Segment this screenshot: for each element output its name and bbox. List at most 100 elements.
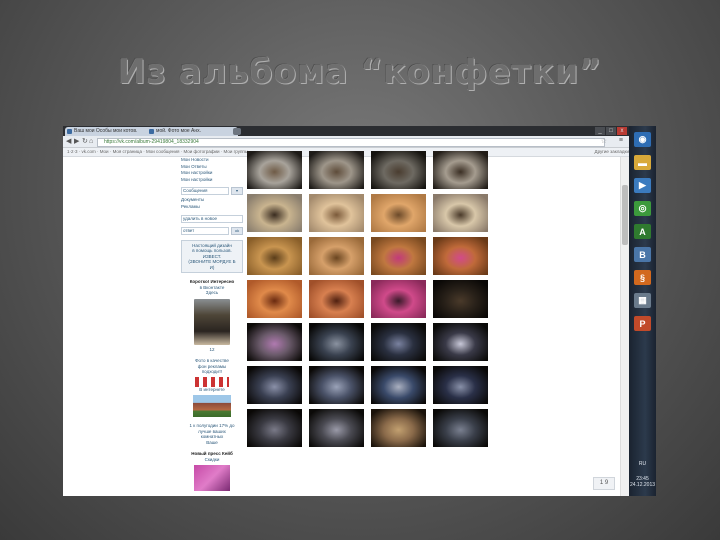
album-photo-thumbnail[interactable] <box>371 280 426 318</box>
new-tab-button[interactable] <box>233 128 241 135</box>
album-photo-thumbnail[interactable] <box>247 151 302 189</box>
windows-taskbar: RU 23:45 24.12.2013 ◉ ▬ ▶ ◎ A B § ▦ P <box>629 126 656 496</box>
powerpoint-icon[interactable]: P <box>634 316 651 331</box>
chrome-icon[interactable]: ◎ <box>634 201 651 216</box>
album-photo-thumbnail[interactable] <box>247 280 302 318</box>
other-bookmarks[interactable]: Другие закладки <box>595 148 629 156</box>
reload-button[interactable]: ↻ <box>82 138 88 145</box>
home-button[interactable]: ⌂ <box>89 138 93 145</box>
window-controls: _ □ x <box>595 127 627 135</box>
album-photo-thumbnail[interactable] <box>309 280 364 318</box>
album-photo-thumbnail[interactable] <box>433 194 488 232</box>
album-photo-thumbnail[interactable] <box>433 280 488 318</box>
maximize-button[interactable]: □ <box>606 127 616 135</box>
scrollbar-thumb[interactable] <box>622 185 628 245</box>
vk-favicon-icon <box>67 129 72 134</box>
album-photo-thumbnail[interactable] <box>309 194 364 232</box>
sidebar-link[interactable]: Мои Новости <box>181 157 243 164</box>
album-photo-thumbnail[interactable] <box>247 194 302 232</box>
vk-icon[interactable]: B <box>634 247 651 262</box>
sidebar-select[interactable]: Сообщения ▾ <box>181 187 243 196</box>
start-orb-icon[interactable]: ◉ <box>634 132 651 147</box>
album-photo-thumbnail[interactable] <box>433 366 488 404</box>
vk-favicon-icon <box>149 129 154 134</box>
album-photo-thumbnail[interactable] <box>433 323 488 361</box>
address-bar-row: ◀ ▶ ↻ ⌂ https://vk.com/album-29419804_18… <box>63 136 629 148</box>
bookmarks-links[interactable]: 1·2·3 · vk.com · Мои · Моя страница · Мо… <box>67 149 248 154</box>
sidebar-select[interactable]: ответ ok <box>181 226 243 235</box>
album-photo-thumbnail[interactable] <box>433 409 488 447</box>
ad-block-2[interactable]: Фото в качестве фон рекламы подходит! В … <box>181 358 243 418</box>
notice-line: (ЗВОНИТЕ МОРДУЕ Б <box>188 259 236 265</box>
ad-pink-image[interactable] <box>194 465 230 492</box>
album-photo-thumbnail[interactable] <box>309 366 364 404</box>
forward-button[interactable]: ▶ <box>74 138 79 145</box>
album-photo-thumbnail[interactable] <box>433 237 488 275</box>
album-photo-thumbnail[interactable] <box>247 237 302 275</box>
folder-icon[interactable]: ▬ <box>634 155 651 170</box>
sidebar-link[interactable]: Документы <box>181 197 243 204</box>
album-photo-thumbnail[interactable] <box>247 323 302 361</box>
album-photo-thumbnail[interactable] <box>371 323 426 361</box>
album-photo-thumbnail[interactable] <box>247 366 302 404</box>
ad-block-4[interactable]: Новый пресс Кейб Скидки <box>181 451 243 492</box>
acrobat-icon[interactable]: A <box>634 224 651 239</box>
ad-logo-image <box>195 376 229 387</box>
media-player-icon[interactable]: ▶ <box>634 178 651 193</box>
album-photo-thumbnail[interactable] <box>371 151 426 189</box>
back-button[interactable]: ◀ <box>66 138 71 145</box>
pagination[interactable]: 1 9 <box>593 477 615 490</box>
slide-title: Из альбома “конфетки” <box>117 52 603 91</box>
sidebar-link[interactable]: Мои настройки <box>181 170 243 177</box>
tab-1[interactable]: Ваш мои Особы мои котов. <box>65 127 152 136</box>
sidebar-link[interactable]: Мои настройки <box>181 177 243 184</box>
notice-line: И) <box>209 264 215 270</box>
page-content: Мои Новости Мои Ответы Мои настройки Мои… <box>63 151 629 496</box>
calculator-icon[interactable]: ▦ <box>634 293 651 308</box>
app-icon[interactable]: § <box>634 270 651 285</box>
album-photo-thumbnail[interactable] <box>371 237 426 275</box>
ad-block-3[interactable]: 1 к полугодии 17% до лучше ваших комнатн… <box>181 423 243 445</box>
sidebar-ok-button[interactable]: ok <box>231 226 243 235</box>
page-scrollbar[interactable] <box>620 157 629 496</box>
ad-mark: 12 <box>209 346 215 352</box>
ad-line: 1 к полугодии 17% до <box>189 423 235 429</box>
tray-clock[interactable]: 23:45 24.12.2013 <box>629 476 656 488</box>
album-photo-thumbnail[interactable] <box>247 409 302 447</box>
sidebar-select-value[interactable]: удалить в новое <box>181 214 243 223</box>
tray-language[interactable]: RU <box>633 461 652 468</box>
sidebar-select-value[interactable]: Сообщения <box>181 187 229 196</box>
sidebar-select-value[interactable]: ответ <box>181 226 229 235</box>
sidebar-notice[interactable]: Настоящий дизайн в помощь пользов. ИЗВЕС… <box>181 239 243 274</box>
sidebar-select[interactable]: удалить в новое <box>181 214 243 223</box>
url-input[interactable]: https://vk.com/album-29419804_18332904 <box>97 138 605 147</box>
album-photo-thumbnail[interactable] <box>309 323 364 361</box>
bookmark-star-icon[interactable]: ☆ <box>601 137 607 145</box>
ad-house-image[interactable] <box>193 395 231 418</box>
ad-block-1[interactable]: Коротко! Интересно в Вконтакте Здесь 12 <box>181 279 243 352</box>
wrench-menu-icon[interactable]: ≡ <box>619 137 623 144</box>
album-photo-thumbnail[interactable] <box>371 194 426 232</box>
sidebar-link[interactable]: Рекламы <box>181 204 243 211</box>
ad-line: подходит! <box>201 369 223 375</box>
tab-2-label: мой. Фото мое Анх. <box>156 128 202 134</box>
album-photo-thumbnail[interactable] <box>309 151 364 189</box>
notice-line: в помощь пользов. <box>192 248 232 254</box>
close-button[interactable]: x <box>617 127 627 135</box>
album-photo-thumbnail[interactable] <box>309 237 364 275</box>
album-photo-thumbnail[interactable] <box>371 409 426 447</box>
ad-title: Коротко! Интересно <box>189 279 235 285</box>
ad-subtitle: Скидки <box>204 456 220 462</box>
minimize-button[interactable]: _ <box>595 127 605 135</box>
ad-caption: Здесь <box>205 290 219 296</box>
album-photo-thumbnail[interactable] <box>433 151 488 189</box>
album-photo-thumbnail[interactable] <box>371 366 426 404</box>
tab-2[interactable]: мой. Фото мое Анх. <box>147 127 238 136</box>
left-sidebar: Мои Новости Мои Ответы Мои настройки Мои… <box>181 157 243 496</box>
sidebar-select-button[interactable]: ▾ <box>231 187 243 196</box>
album-photo-thumbnail[interactable] <box>309 409 364 447</box>
ad-portrait-image[interactable] <box>194 298 230 345</box>
tab-bar: Ваш мои Особы мои котов. мой. Фото мое А… <box>63 126 629 136</box>
tab-1-label: Ваш мои Особы мои котов. <box>74 128 138 134</box>
browser-screenshot: Ваш мои Особы мои котов. мой. Фото мое А… <box>63 126 629 496</box>
